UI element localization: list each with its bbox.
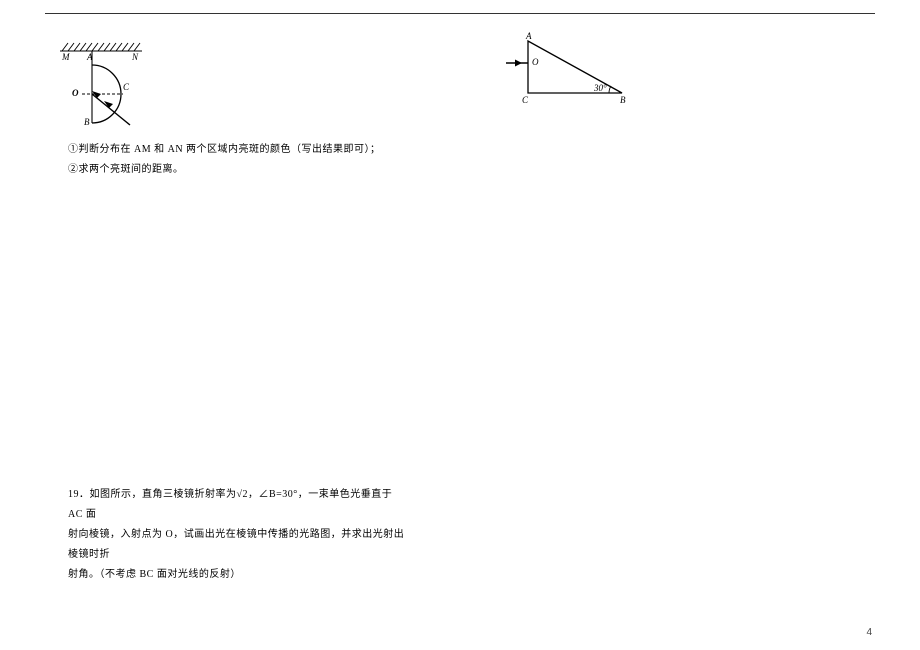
fig1-label-O: O bbox=[72, 88, 79, 98]
fig2-label-O: O bbox=[532, 57, 539, 67]
question-part-2: ②求两个亮斑间的距离。 bbox=[68, 160, 448, 179]
figure2-svg bbox=[500, 35, 640, 107]
fig1-label-N: N bbox=[132, 52, 138, 62]
figure-semicircle-prism: M A N C O B bbox=[60, 35, 160, 135]
figure-right-triangle-prism: A C B O 30° bbox=[500, 35, 640, 105]
fig1-label-C: C bbox=[123, 82, 129, 92]
q19-line2: 射向棱镜，入射点为 O，试画出光在棱镜中传播的光路图，并求出光射出棱镜时折 bbox=[68, 529, 404, 560]
fig2-label-30deg: 30° bbox=[594, 83, 607, 93]
page-top-rule bbox=[45, 13, 875, 14]
fig1-label-M: M bbox=[62, 52, 70, 62]
fig1-label-B: B bbox=[84, 117, 90, 127]
figure1-svg bbox=[60, 35, 160, 135]
question-part-1: ①判断分布在 AM 和 AN 两个区域内亮斑的颜色（写出结果即可）； bbox=[68, 140, 448, 159]
fig1-label-A: A bbox=[87, 52, 93, 62]
q19-line3: 射角。（不考虑 BC 面对光线的反射） bbox=[68, 569, 241, 580]
q19-line1-pre: 19．如图所示，直角三棱镜折射率为 bbox=[68, 489, 237, 500]
fig2-label-C: C bbox=[522, 95, 528, 105]
fig2-label-A: A bbox=[526, 31, 532, 41]
q19-sqrt2: √2 bbox=[237, 489, 249, 500]
question-19: 19．如图所示，直角三棱镜折射率为√2，∠B=30°，一束单色光垂直于 AC 面… bbox=[68, 485, 408, 585]
fig2-label-B: B bbox=[620, 95, 626, 105]
page-number: 4 bbox=[866, 627, 872, 638]
